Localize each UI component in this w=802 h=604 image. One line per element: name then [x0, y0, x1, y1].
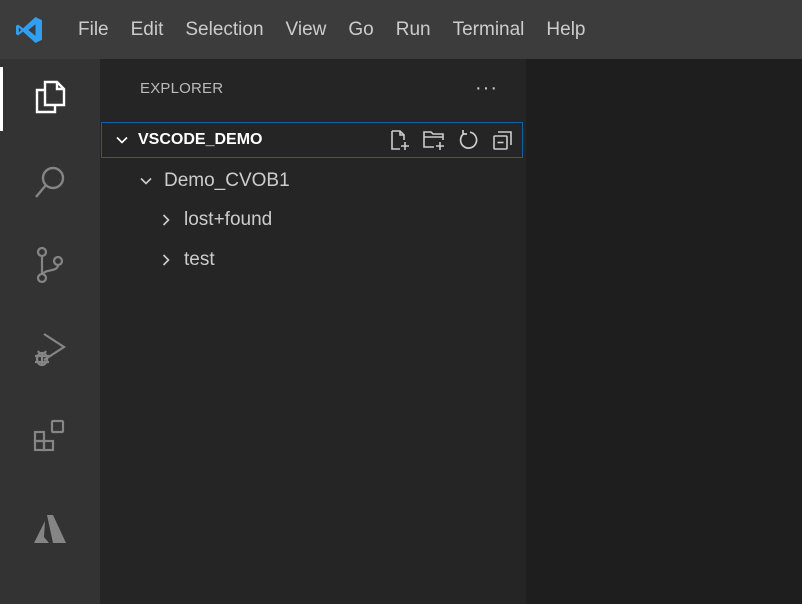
new-file-icon[interactable] — [388, 128, 412, 152]
activity-run-debug[interactable] — [0, 311, 100, 391]
activity-extensions[interactable] — [0, 397, 100, 477]
tree-item-lost-found[interactable]: lost+found — [156, 201, 272, 239]
menu-help[interactable]: Help — [535, 0, 596, 59]
chevron-right-icon — [156, 250, 176, 270]
menu-selection[interactable]: Selection — [174, 0, 274, 59]
menu-edit[interactable]: Edit — [120, 0, 175, 59]
explorer-header: EXPLORER ··· — [100, 59, 526, 117]
activity-search[interactable] — [0, 144, 100, 224]
explorer-sidebar: EXPLORER ··· VSCODE_DEMO Demo_CVOB1 lost… — [100, 59, 526, 604]
editor-area[interactable] — [526, 59, 802, 604]
search-icon — [32, 164, 68, 205]
root-actions — [388, 123, 514, 157]
tree-item-label: Demo_CVOB1 — [164, 170, 290, 191]
tree-item-demo-cvob1[interactable]: Demo_CVOB1 — [136, 162, 290, 200]
tree-item-label: test — [184, 249, 215, 270]
source-control-icon — [33, 245, 67, 290]
more-actions-icon[interactable]: ··· — [475, 78, 498, 98]
activity-bar — [0, 59, 100, 604]
files-icon — [33, 79, 67, 120]
vscode-logo-icon[interactable] — [0, 0, 58, 59]
extensions-icon — [31, 416, 69, 459]
tree-item-test[interactable]: test — [156, 241, 215, 279]
explorer-title: EXPLORER — [140, 79, 224, 97]
azure-icon — [32, 513, 68, 550]
chevron-right-icon — [156, 210, 176, 230]
activity-source-control[interactable] — [0, 227, 100, 307]
title-bar: File Edit Selection View Go Run Terminal… — [0, 0, 802, 59]
run-debug-icon — [30, 329, 70, 374]
new-folder-icon[interactable] — [422, 128, 446, 152]
menu-go[interactable]: Go — [337, 0, 384, 59]
menu-view[interactable]: View — [275, 0, 338, 59]
menu-file[interactable]: File — [58, 0, 120, 59]
workspace-root-row[interactable]: VSCODE_DEMO — [101, 122, 523, 158]
chevron-down-icon — [136, 171, 156, 191]
menu-terminal[interactable]: Terminal — [442, 0, 536, 59]
workspace-root-label: VSCODE_DEMO — [138, 131, 263, 148]
menu-bar: File Edit Selection View Go Run Terminal… — [58, 0, 597, 59]
tree-item-label: lost+found — [184, 209, 273, 230]
collapse-all-icon[interactable] — [490, 128, 514, 152]
activity-azure[interactable] — [0, 491, 100, 571]
refresh-icon[interactable] — [456, 128, 480, 152]
activity-explorer[interactable] — [0, 59, 100, 139]
chevron-down-icon — [112, 130, 132, 150]
menu-run[interactable]: Run — [385, 0, 442, 59]
